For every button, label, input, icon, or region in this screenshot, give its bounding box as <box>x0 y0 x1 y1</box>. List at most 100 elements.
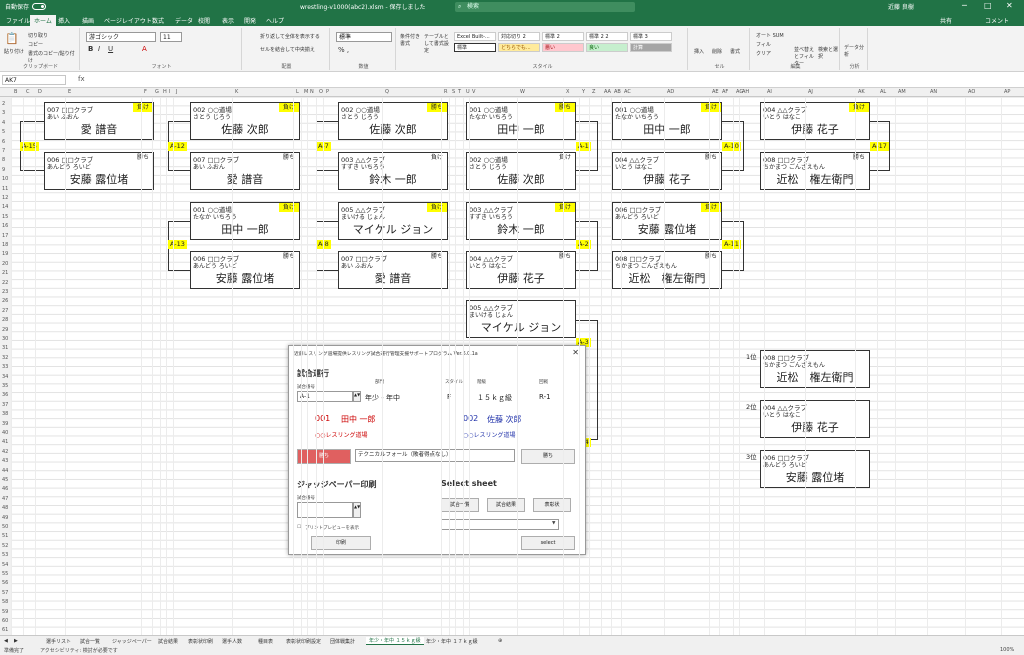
rank-card[interactable]: 004 △△クラブ いとう はなこ 伊藤 花子 <box>760 400 870 438</box>
chevron-down-icon[interactable]: ▼ <box>552 521 555 526</box>
column-header[interactable]: AE <box>712 89 719 95</box>
column-header[interactable]: AO <box>968 89 975 95</box>
column-header[interactable]: AN <box>930 89 937 95</box>
column-header[interactable]: R <box>444 89 447 95</box>
row-header[interactable]: 44 <box>2 468 8 474</box>
row-header[interactable]: 5 <box>2 129 5 135</box>
row-header[interactable]: 10 <box>2 176 8 182</box>
scroll-right-icon[interactable]: ▶ <box>14 638 18 644</box>
column-header[interactable]: AK <box>858 89 865 95</box>
style-neutral[interactable]: どちらでも... <box>498 43 540 52</box>
row-header[interactable]: 23 <box>2 289 8 295</box>
conditional-format-button[interactable]: 条件付き書式 <box>400 33 424 47</box>
athlete-card[interactable]: 004 △△クラブいとう はなこ伊藤 花子負けA-10 <box>760 102 870 140</box>
row-header[interactable]: 59 <box>2 609 8 615</box>
column-header[interactable]: H <box>163 89 167 95</box>
tab-help[interactable]: ヘルプ <box>266 16 284 25</box>
row-header[interactable]: 42 <box>2 449 8 455</box>
athlete-card[interactable]: 006 □□クラブあんどう ろいど安藤 露位堵勝ちA-13 <box>44 152 154 190</box>
row-header[interactable]: 27 <box>2 308 8 314</box>
autosum-button[interactable]: オート SUM <box>756 32 784 39</box>
font-color-icon[interactable]: A <box>142 45 147 53</box>
row-header[interactable]: 52 <box>2 543 8 549</box>
format-as-table-button[interactable]: テーブルとして書式設定 <box>424 33 452 54</box>
judge-no-input[interactable] <box>297 502 353 518</box>
rank-card[interactable]: 008 □□クラブ ちかまつ ごんざえもん 近松 権左衛門 <box>760 350 870 388</box>
style-taio[interactable]: 対応切り 2 <box>498 32 540 41</box>
row-header[interactable]: 61 <box>2 627 8 633</box>
athlete-card[interactable]: 005 △△クラブまいける じょんマイケル ジョン負けA-3 <box>338 202 448 240</box>
row-header[interactable]: 32 <box>2 355 8 361</box>
column-header[interactable]: U <box>466 89 470 95</box>
row-header[interactable]: 7 <box>2 148 5 154</box>
italic-icon[interactable]: I <box>98 45 100 53</box>
column-header[interactable]: M <box>304 89 308 95</box>
tab-view[interactable]: 表示 <box>222 16 234 25</box>
row-header[interactable]: 29 <box>2 327 8 333</box>
row-header[interactable]: 15 <box>2 214 8 220</box>
row-header[interactable]: 17 <box>2 233 8 239</box>
athlete-card[interactable]: 003 △△クラブすずき いちろう鈴木 一郎負けA-3 <box>466 202 576 240</box>
row-header[interactable]: 30 <box>2 336 8 342</box>
maximize-icon[interactable]: □ <box>984 1 992 10</box>
column-header[interactable]: L <box>296 89 299 95</box>
match-no-select[interactable]: A-1 <box>297 391 353 402</box>
sheet-tab[interactable]: 試合結果 <box>158 638 178 645</box>
row-header[interactable]: 51 <box>2 533 8 539</box>
column-header[interactable]: B <box>14 89 17 95</box>
column-header[interactable]: Y <box>582 89 585 95</box>
row-header[interactable]: 39 <box>2 421 8 427</box>
minimize-icon[interactable]: ─ <box>962 1 967 10</box>
column-header[interactable]: AB <box>614 89 621 95</box>
row-header[interactable]: 48 <box>2 505 8 511</box>
column-header[interactable]: T <box>458 89 461 95</box>
sheet-tab[interactable]: 表彰状印刷設定 <box>286 638 321 645</box>
row-header[interactable]: 33 <box>2 364 8 370</box>
column-header[interactable]: S <box>452 89 455 95</box>
sheet-tab[interactable]: 選手人数 <box>222 638 242 645</box>
font-name-select[interactable]: 游ゴシック <box>86 32 156 42</box>
row-header[interactable]: 9 <box>2 167 5 173</box>
sheet-tab[interactable]: 年少・年中 １７ｋｇ級 <box>426 638 478 645</box>
athlete-card[interactable]: 002 ○○道場さとう じろう佐藤 次郎勝ちA-1 <box>338 102 448 140</box>
column-header[interactable]: P <box>326 89 329 95</box>
sheet-tab[interactable]: ジャッジペーパー <box>112 638 152 645</box>
name-box[interactable]: AK7 <box>2 75 66 85</box>
close-icon[interactable]: ✕ <box>1006 1 1013 10</box>
format-cells-button[interactable]: 書式 <box>730 48 740 55</box>
accessibility-status[interactable]: アクセシビリティ: 検討が必要です <box>40 647 118 654</box>
autosave-toggle[interactable]: 自動保存 <box>5 2 47 11</box>
insert-cells-button[interactable]: 挿入 <box>694 48 704 55</box>
row-header[interactable]: 35 <box>2 383 8 389</box>
sheet-tab[interactable]: 試合一覧 <box>80 638 100 645</box>
style-good[interactable]: 良い <box>586 43 628 52</box>
format-painter-button[interactable]: 書式のコピー/貼り付け <box>28 50 79 64</box>
win-method-select[interactable]: テクニカルフォール（敗者得点なし） <box>355 449 515 462</box>
row-header[interactable]: 47 <box>2 496 8 502</box>
toggle-switch[interactable] <box>32 3 47 10</box>
athlete-card[interactable]: 008 □□クラブちかまつ ごんざえもん近松 権左衛門勝ちA-11 <box>760 152 870 190</box>
row-header[interactable]: 19 <box>2 251 8 257</box>
row-header[interactable]: 20 <box>2 261 8 267</box>
row-header[interactable]: 54 <box>2 562 8 568</box>
column-header[interactable]: W <box>520 89 525 95</box>
athlete-card[interactable]: 007 □□クラブあい ふおん愛 譜音勝ちA-4 <box>338 251 448 289</box>
row-header[interactable]: 50 <box>2 524 8 530</box>
column-header[interactable]: AJ <box>808 89 813 95</box>
sheet-tab[interactable]: 選手リスト <box>46 638 71 645</box>
blue-win-button[interactable]: 勝ち <box>521 449 575 464</box>
add-sheet-icon[interactable]: ⊕ <box>498 638 502 644</box>
tab-home[interactable]: ホーム <box>30 15 56 26</box>
athlete-card[interactable]: 006 □□クラブあんどう ろいど安藤 露位堵勝ちA-11 <box>190 251 300 289</box>
row-header[interactable]: 38 <box>2 411 8 417</box>
row-header[interactable]: 2 <box>2 101 5 107</box>
row-header[interactable]: 21 <box>2 270 8 276</box>
certificate-button[interactable]: 表彰状 <box>533 498 571 512</box>
row-header[interactable]: 40 <box>2 430 8 436</box>
paste-button[interactable]: 貼り付け <box>4 48 24 55</box>
row-header[interactable]: 36 <box>2 392 8 398</box>
athlete-card[interactable]: 002 ○○道場さとう じろう佐藤 次郎負けA-7 <box>190 102 300 140</box>
column-header[interactable]: D <box>38 89 42 95</box>
tab-review[interactable]: 校閲 <box>198 16 210 25</box>
tab-file[interactable]: ファイル <box>6 16 30 25</box>
